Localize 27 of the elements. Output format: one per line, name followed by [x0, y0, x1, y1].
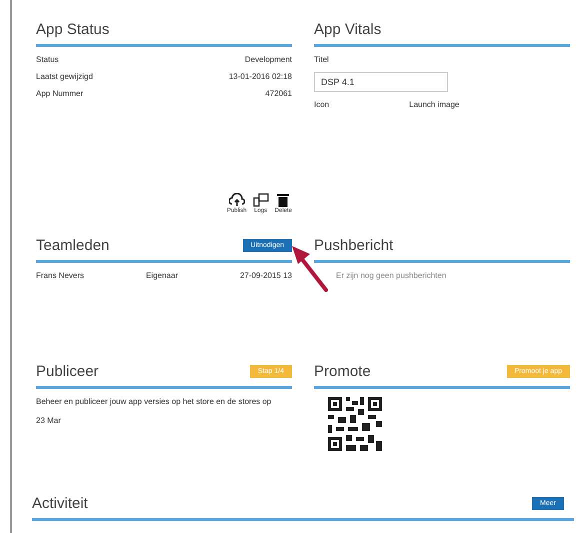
panel-title: App Vitals — [314, 20, 382, 38]
description-text: Beheer en publiceer jouw app versies op het store en de stores op — [36, 397, 272, 406]
field-label: Status — [36, 55, 59, 64]
devices-icon — [252, 193, 269, 207]
panel-title: Activiteit — [32, 494, 88, 512]
panel-title: Teamleden — [36, 236, 110, 254]
panel-title: Promote — [314, 362, 371, 380]
empty-message: Er zijn nog geen pushberichten — [335, 271, 448, 280]
date-text: 23 Mar — [36, 416, 62, 425]
member-name: Frans Nevers — [36, 271, 84, 280]
field-label: Icon — [314, 100, 330, 109]
field-label: Titel — [314, 55, 330, 64]
cloud-upload-icon — [228, 193, 245, 207]
field-label: Launch image — [409, 100, 460, 109]
field-value: Development — [244, 55, 292, 64]
member-role: Eigenaar — [146, 271, 178, 280]
title-field[interactable]: DSP 4.1 — [314, 72, 448, 92]
panel-title: App Status — [36, 20, 110, 38]
field-label: Laatst gewijzigd — [36, 72, 93, 81]
field-value: 472061 — [265, 89, 292, 98]
field-value: 13-01-2016 02:18 — [228, 72, 292, 81]
panel-title: Pushbericht — [314, 236, 394, 254]
field-label: App Nummer — [36, 89, 84, 98]
trash-icon — [276, 193, 290, 207]
member-date: 27-09-2015 13 — [240, 271, 292, 280]
qr-code-icon — [328, 397, 382, 451]
panel-title: Publiceer — [36, 362, 99, 380]
